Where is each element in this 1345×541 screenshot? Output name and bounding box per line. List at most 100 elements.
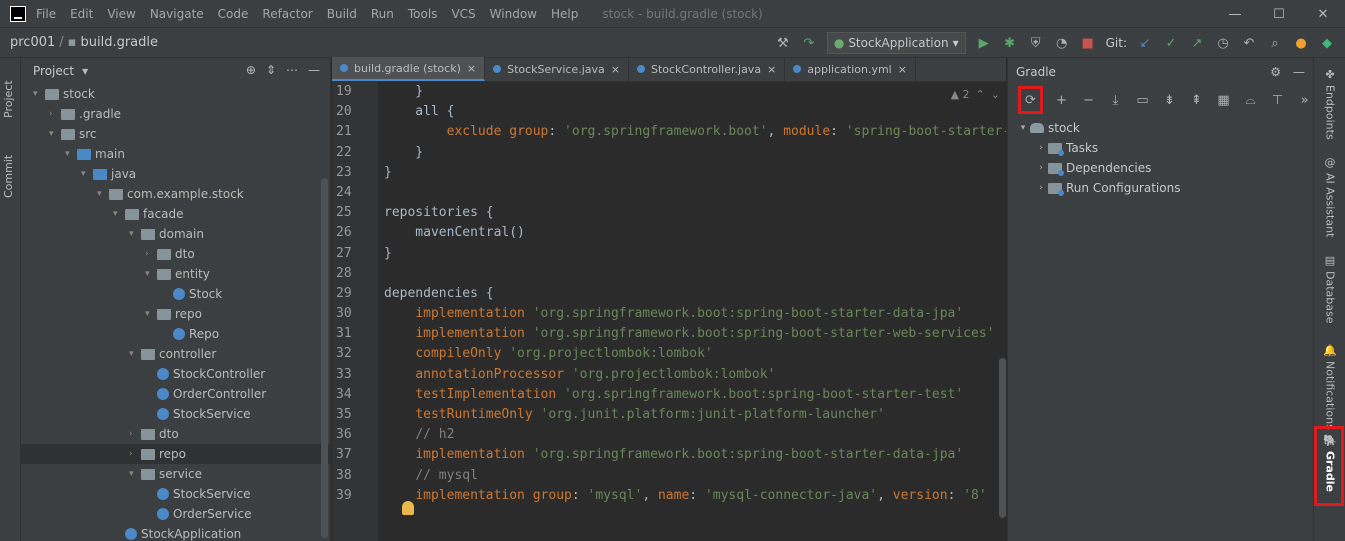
- chevron-right-icon[interactable]: ›: [129, 449, 141, 459]
- git-push-icon[interactable]: ↗: [1189, 35, 1205, 51]
- collapse-all-icon[interactable]: ⇞: [1188, 91, 1205, 109]
- search-icon[interactable]: ⌕: [1267, 35, 1283, 51]
- code-line[interactable]: [384, 183, 1006, 203]
- tree-node[interactable]: ▾ java: [21, 164, 330, 184]
- chevron-down-icon[interactable]: ▾: [33, 89, 45, 99]
- chevron-down-icon[interactable]: ▾: [145, 309, 157, 319]
- close-button[interactable]: ✕: [1301, 0, 1345, 28]
- hide-panel-icon[interactable]: —: [308, 63, 320, 77]
- menu-item-run[interactable]: Run: [371, 7, 394, 21]
- tree-node[interactable]: OrderService: [21, 504, 330, 524]
- tree-node[interactable]: StockService: [21, 404, 330, 424]
- menu-item-view[interactable]: View: [107, 7, 135, 21]
- tree-node[interactable]: OrderController: [21, 384, 330, 404]
- gear-icon[interactable]: ⚙: [1270, 65, 1281, 79]
- offline-mode-icon[interactable]: ⌓: [1242, 91, 1259, 109]
- execute-task-icon[interactable]: ▭: [1134, 91, 1151, 109]
- chevron-down-icon[interactable]: ▾: [129, 469, 141, 479]
- ide-logo-icon[interactable]: ◆: [1319, 35, 1335, 51]
- tree-node[interactable]: ▾ src: [21, 124, 330, 144]
- stop-icon[interactable]: ■: [1080, 35, 1096, 51]
- tree-node[interactable]: StockApplication: [21, 524, 330, 541]
- close-icon[interactable]: ×: [767, 63, 776, 76]
- rollback-icon[interactable]: ↶: [1241, 35, 1257, 51]
- menu-item-navigate[interactable]: Navigate: [150, 7, 204, 21]
- menu-item-file[interactable]: File: [36, 7, 56, 21]
- commit-tool-button[interactable]: Commit: [2, 155, 15, 198]
- project-tool-button[interactable]: Project: [2, 80, 15, 118]
- chevron-down-icon[interactable]: ▾: [1016, 123, 1030, 133]
- chevron-right-icon[interactable]: ›: [1034, 163, 1048, 173]
- code-line[interactable]: dependencies {: [384, 284, 1006, 304]
- menu-item-window[interactable]: Window: [490, 7, 537, 21]
- close-icon[interactable]: ×: [467, 62, 476, 75]
- breadcrumb-file[interactable]: build.gradle: [80, 35, 158, 50]
- download-sources-icon[interactable]: ⤓: [1107, 91, 1124, 109]
- chevron-right-icon[interactable]: ›: [145, 249, 157, 259]
- chevron-right-icon[interactable]: ›: [49, 109, 61, 119]
- git-update-icon[interactable]: ↙: [1137, 35, 1153, 51]
- chevron-down-icon[interactable]: ▾: [82, 64, 88, 78]
- tree-node[interactable]: StockService: [21, 484, 330, 504]
- gradle-node-tasks[interactable]: › Tasks: [1008, 138, 1313, 158]
- code-line[interactable]: implementation 'org.springframework.boot…: [384, 324, 1006, 344]
- code-line[interactable]: // mysql: [384, 466, 1006, 486]
- right-tool-database[interactable]: ▤ Database: [1322, 254, 1338, 324]
- tree-node[interactable]: Repo: [21, 324, 330, 344]
- close-icon[interactable]: ×: [898, 63, 907, 76]
- tree-node[interactable]: ▾ service: [21, 464, 330, 484]
- editor-tab[interactable]: StockController.java ×: [629, 57, 786, 81]
- collapse-all-icon[interactable]: ⇕: [266, 63, 276, 77]
- tree-node[interactable]: ▾ domain: [21, 224, 330, 244]
- debug-icon[interactable]: ✱: [1002, 35, 1018, 51]
- project-scrollbar[interactable]: [321, 178, 328, 538]
- minimize-button[interactable]: —: [1213, 0, 1257, 28]
- tree-node[interactable]: StockController: [21, 364, 330, 384]
- chevron-right-icon[interactable]: ›: [129, 429, 141, 439]
- lightbulb-icon[interactable]: [402, 501, 414, 515]
- chevron-down-icon[interactable]: ▾: [145, 269, 157, 279]
- code-line[interactable]: compileOnly 'org.projectlombok:lombok': [384, 344, 1006, 364]
- close-icon[interactable]: ×: [611, 63, 620, 76]
- right-tool-ai-assistant[interactable]: @ AI Assistant: [1322, 156, 1338, 237]
- inspection-widget[interactable]: ▲ 2 ⌃ ⌄: [951, 88, 1000, 101]
- chevron-down-icon[interactable]: ▾: [65, 149, 77, 159]
- editor-tab[interactable]: StockService.java ×: [485, 57, 629, 81]
- chevron-down-icon[interactable]: ⌄: [991, 88, 1000, 101]
- menu-item-build[interactable]: Build: [327, 7, 357, 21]
- code-line[interactable]: all {: [384, 102, 1006, 122]
- code-line[interactable]: mavenCentral(): [384, 223, 1006, 243]
- target-icon[interactable]: ⊕: [246, 63, 256, 77]
- right-tool-endpoints[interactable]: ✤ Endpoints: [1322, 68, 1338, 140]
- editor-scrollbar[interactable]: [999, 358, 1006, 518]
- menu-item-tools[interactable]: Tools: [408, 7, 438, 21]
- tree-node[interactable]: Stock: [21, 284, 330, 304]
- breadcrumb-project[interactable]: prc001: [10, 35, 55, 50]
- git-commit-icon[interactable]: ✓: [1163, 35, 1179, 51]
- code-line[interactable]: repositories {: [384, 203, 1006, 223]
- code-line[interactable]: implementation group: 'mysql', name: 'my…: [384, 486, 1006, 506]
- tree-node[interactable]: ▾ com.example.stock: [21, 184, 330, 204]
- more-icon[interactable]: »: [1296, 91, 1313, 109]
- remove-icon[interactable]: −: [1080, 91, 1097, 109]
- code-line[interactable]: // h2: [384, 425, 1006, 445]
- code-line[interactable]: }: [384, 163, 1006, 183]
- menu-item-refactor[interactable]: Refactor: [262, 7, 312, 21]
- menu-item-vcs[interactable]: VCS: [451, 7, 475, 21]
- chevron-down-icon[interactable]: ▾: [81, 169, 93, 179]
- tree-node[interactable]: › dto: [21, 244, 330, 264]
- chevron-right-icon[interactable]: ›: [1034, 183, 1048, 193]
- coverage-icon[interactable]: ⛨: [1028, 35, 1044, 51]
- code-line[interactable]: }: [384, 244, 1006, 264]
- chevron-down-icon[interactable]: ▾: [129, 229, 141, 239]
- hide-panel-icon[interactable]: —: [1293, 65, 1305, 79]
- add-icon[interactable]: +: [1053, 91, 1070, 109]
- code-line[interactable]: }: [384, 143, 1006, 163]
- code-line[interactable]: testImplementation 'org.springframework.…: [384, 385, 1006, 405]
- chevron-up-icon[interactable]: ⌃: [976, 88, 985, 101]
- tree-node[interactable]: ▾ facade: [21, 204, 330, 224]
- group-modules-icon[interactable]: ▦: [1215, 91, 1232, 109]
- profile-icon[interactable]: ◔: [1054, 35, 1070, 51]
- tree-node[interactable]: › dto: [21, 424, 330, 444]
- chevron-down-icon[interactable]: ▾: [129, 349, 141, 359]
